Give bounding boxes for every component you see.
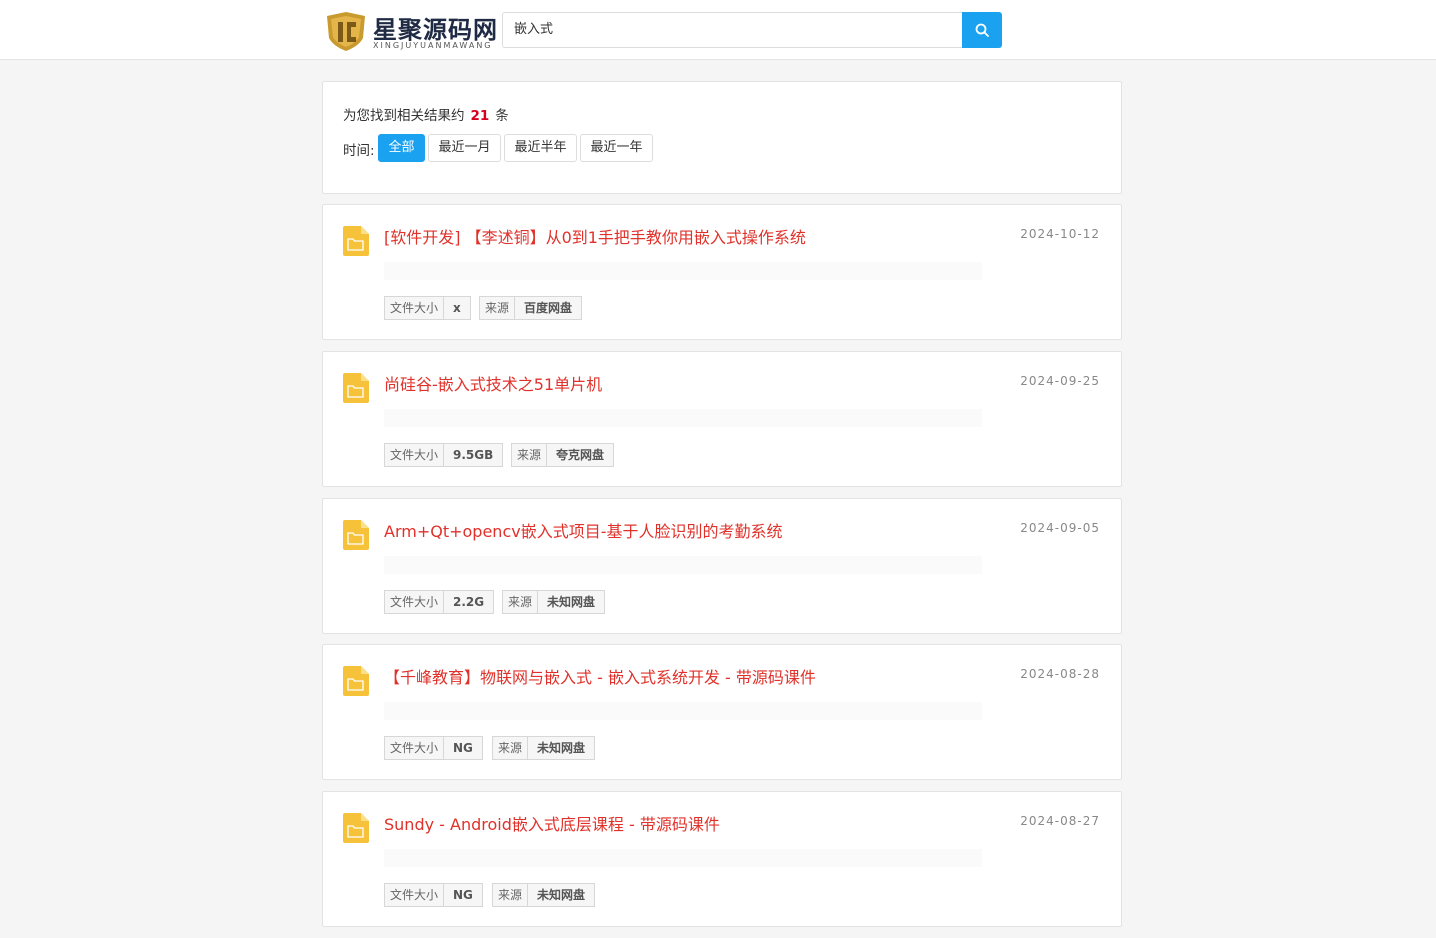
- source-label: 来源: [503, 591, 539, 613]
- source-value: 夸克网盘: [556, 448, 605, 462]
- source-label: 来源: [493, 884, 529, 906]
- result-date: 2024-08-28: [1020, 667, 1100, 681]
- result-card: Sundy - Android嵌入式底层课程 - 带源码课件 2024-08-2…: [322, 791, 1122, 927]
- file-size-label: 文件大小: [385, 591, 445, 613]
- result-date: 2024-09-25: [1020, 374, 1100, 388]
- result-title-link[interactable]: 尚硅谷-嵌入式技术之51单片机: [384, 371, 602, 395]
- result-title-link[interactable]: [软件开发] 【李述铜】从0到1手把手教你用嵌入式操作系统: [384, 224, 806, 248]
- file-size-tag: 文件大小 9.5GB: [384, 443, 504, 467]
- result-card: 【千峰教育】物联网与嵌入式 - 嵌入式系统开发 - 带源码课件 2024-08-…: [322, 644, 1122, 780]
- source-value: 未知网盘: [537, 741, 586, 755]
- file-size-tag: 文件大小 NG: [384, 736, 483, 760]
- result-description: [384, 409, 982, 427]
- result-count-prefix: 为您找到相关结果约: [343, 108, 465, 124]
- result-count: 21: [470, 108, 490, 124]
- source-tag: 来源 夸克网盘: [511, 443, 615, 467]
- file-size-label: 文件大小: [385, 444, 445, 466]
- result-count-suffix: 条: [495, 108, 509, 124]
- source-value: 未知网盘: [537, 888, 586, 902]
- time-filter-label: 时间:: [343, 143, 375, 159]
- result-description: [384, 849, 982, 867]
- folder-file-icon: [343, 666, 369, 696]
- result-title-link[interactable]: Sundy - Android嵌入式底层课程 - 带源码课件: [384, 811, 720, 835]
- result-card: [软件开发] 【李述铜】从0到1手把手教你用嵌入式操作系统 2024-10-12…: [322, 204, 1122, 340]
- source-value: 百度网盘: [524, 301, 573, 315]
- result-date: 2024-09-05: [1020, 521, 1100, 535]
- result-title-link[interactable]: Arm+Qt+opencv嵌入式项目-基于人脸识别的考勤系统: [384, 518, 782, 542]
- folder-file-icon: [343, 373, 369, 403]
- filter-last-half-year[interactable]: 最近半年: [504, 134, 577, 162]
- search-button[interactable]: [962, 12, 1002, 48]
- source-value: 未知网盘: [547, 595, 596, 609]
- logo-shield-icon: [327, 12, 365, 51]
- search-summary-panel: 为您找到相关结果约 21 条 时间: 全部 最近一月 最近半年 最近一年: [322, 81, 1122, 194]
- file-size-value: NG: [453, 888, 473, 902]
- result-description: [384, 262, 982, 280]
- file-size-label: 文件大小: [385, 884, 445, 906]
- result-count-line: 为您找到相关结果约 21 条: [343, 104, 509, 124]
- file-size-label: 文件大小: [385, 737, 445, 759]
- logo-name: 星聚源码网: [373, 15, 498, 44]
- result-date: 2024-08-27: [1020, 814, 1100, 828]
- source-label: 来源: [512, 444, 548, 466]
- file-size-tag: 文件大小 NG: [384, 883, 483, 907]
- filter-last-year[interactable]: 最近一年: [580, 134, 653, 162]
- search-icon: [975, 23, 989, 37]
- folder-file-icon: [343, 226, 369, 256]
- source-tag: 来源 未知网盘: [492, 883, 596, 907]
- site-logo[interactable]: 星聚源码网 XINGJUYUANMAWANG: [323, 10, 497, 52]
- source-label: 来源: [480, 297, 516, 319]
- result-date: 2024-10-12: [1020, 227, 1100, 241]
- file-size-label: 文件大小: [385, 297, 445, 319]
- top-header: 星聚源码网 XINGJUYUANMAWANG 嵌入式: [0, 0, 1436, 60]
- filter-all[interactable]: 全部: [378, 134, 425, 162]
- result-description: [384, 702, 982, 720]
- source-label: 来源: [493, 737, 529, 759]
- source-tag: 来源 百度网盘: [479, 296, 583, 320]
- file-size-value: NG: [453, 741, 473, 755]
- result-description: [384, 556, 982, 574]
- file-size-value: 9.5GB: [453, 448, 494, 462]
- file-size-tag: 文件大小 x: [384, 296, 471, 320]
- filter-last-month[interactable]: 最近一月: [428, 134, 501, 162]
- folder-file-icon: [343, 520, 369, 550]
- file-size-tag: 文件大小 2.2G: [384, 590, 495, 614]
- result-card: 尚硅谷-嵌入式技术之51单片机 2024-09-25 文件大小 9.5GB 来源…: [322, 351, 1122, 487]
- file-size-value: x: [453, 301, 461, 315]
- search-input[interactable]: 嵌入式: [502, 12, 962, 48]
- logo-pinyin: XINGJUYUANMAWANG: [373, 41, 493, 50]
- source-tag: 来源 未知网盘: [492, 736, 596, 760]
- result-title-link[interactable]: 【千峰教育】物联网与嵌入式 - 嵌入式系统开发 - 带源码课件: [384, 664, 816, 688]
- folder-file-icon: [343, 813, 369, 843]
- source-tag: 来源 未知网盘: [502, 590, 606, 614]
- file-size-value: 2.2G: [453, 595, 485, 609]
- result-card: Arm+Qt+opencv嵌入式项目-基于人脸识别的考勤系统 2024-09-0…: [322, 498, 1122, 634]
